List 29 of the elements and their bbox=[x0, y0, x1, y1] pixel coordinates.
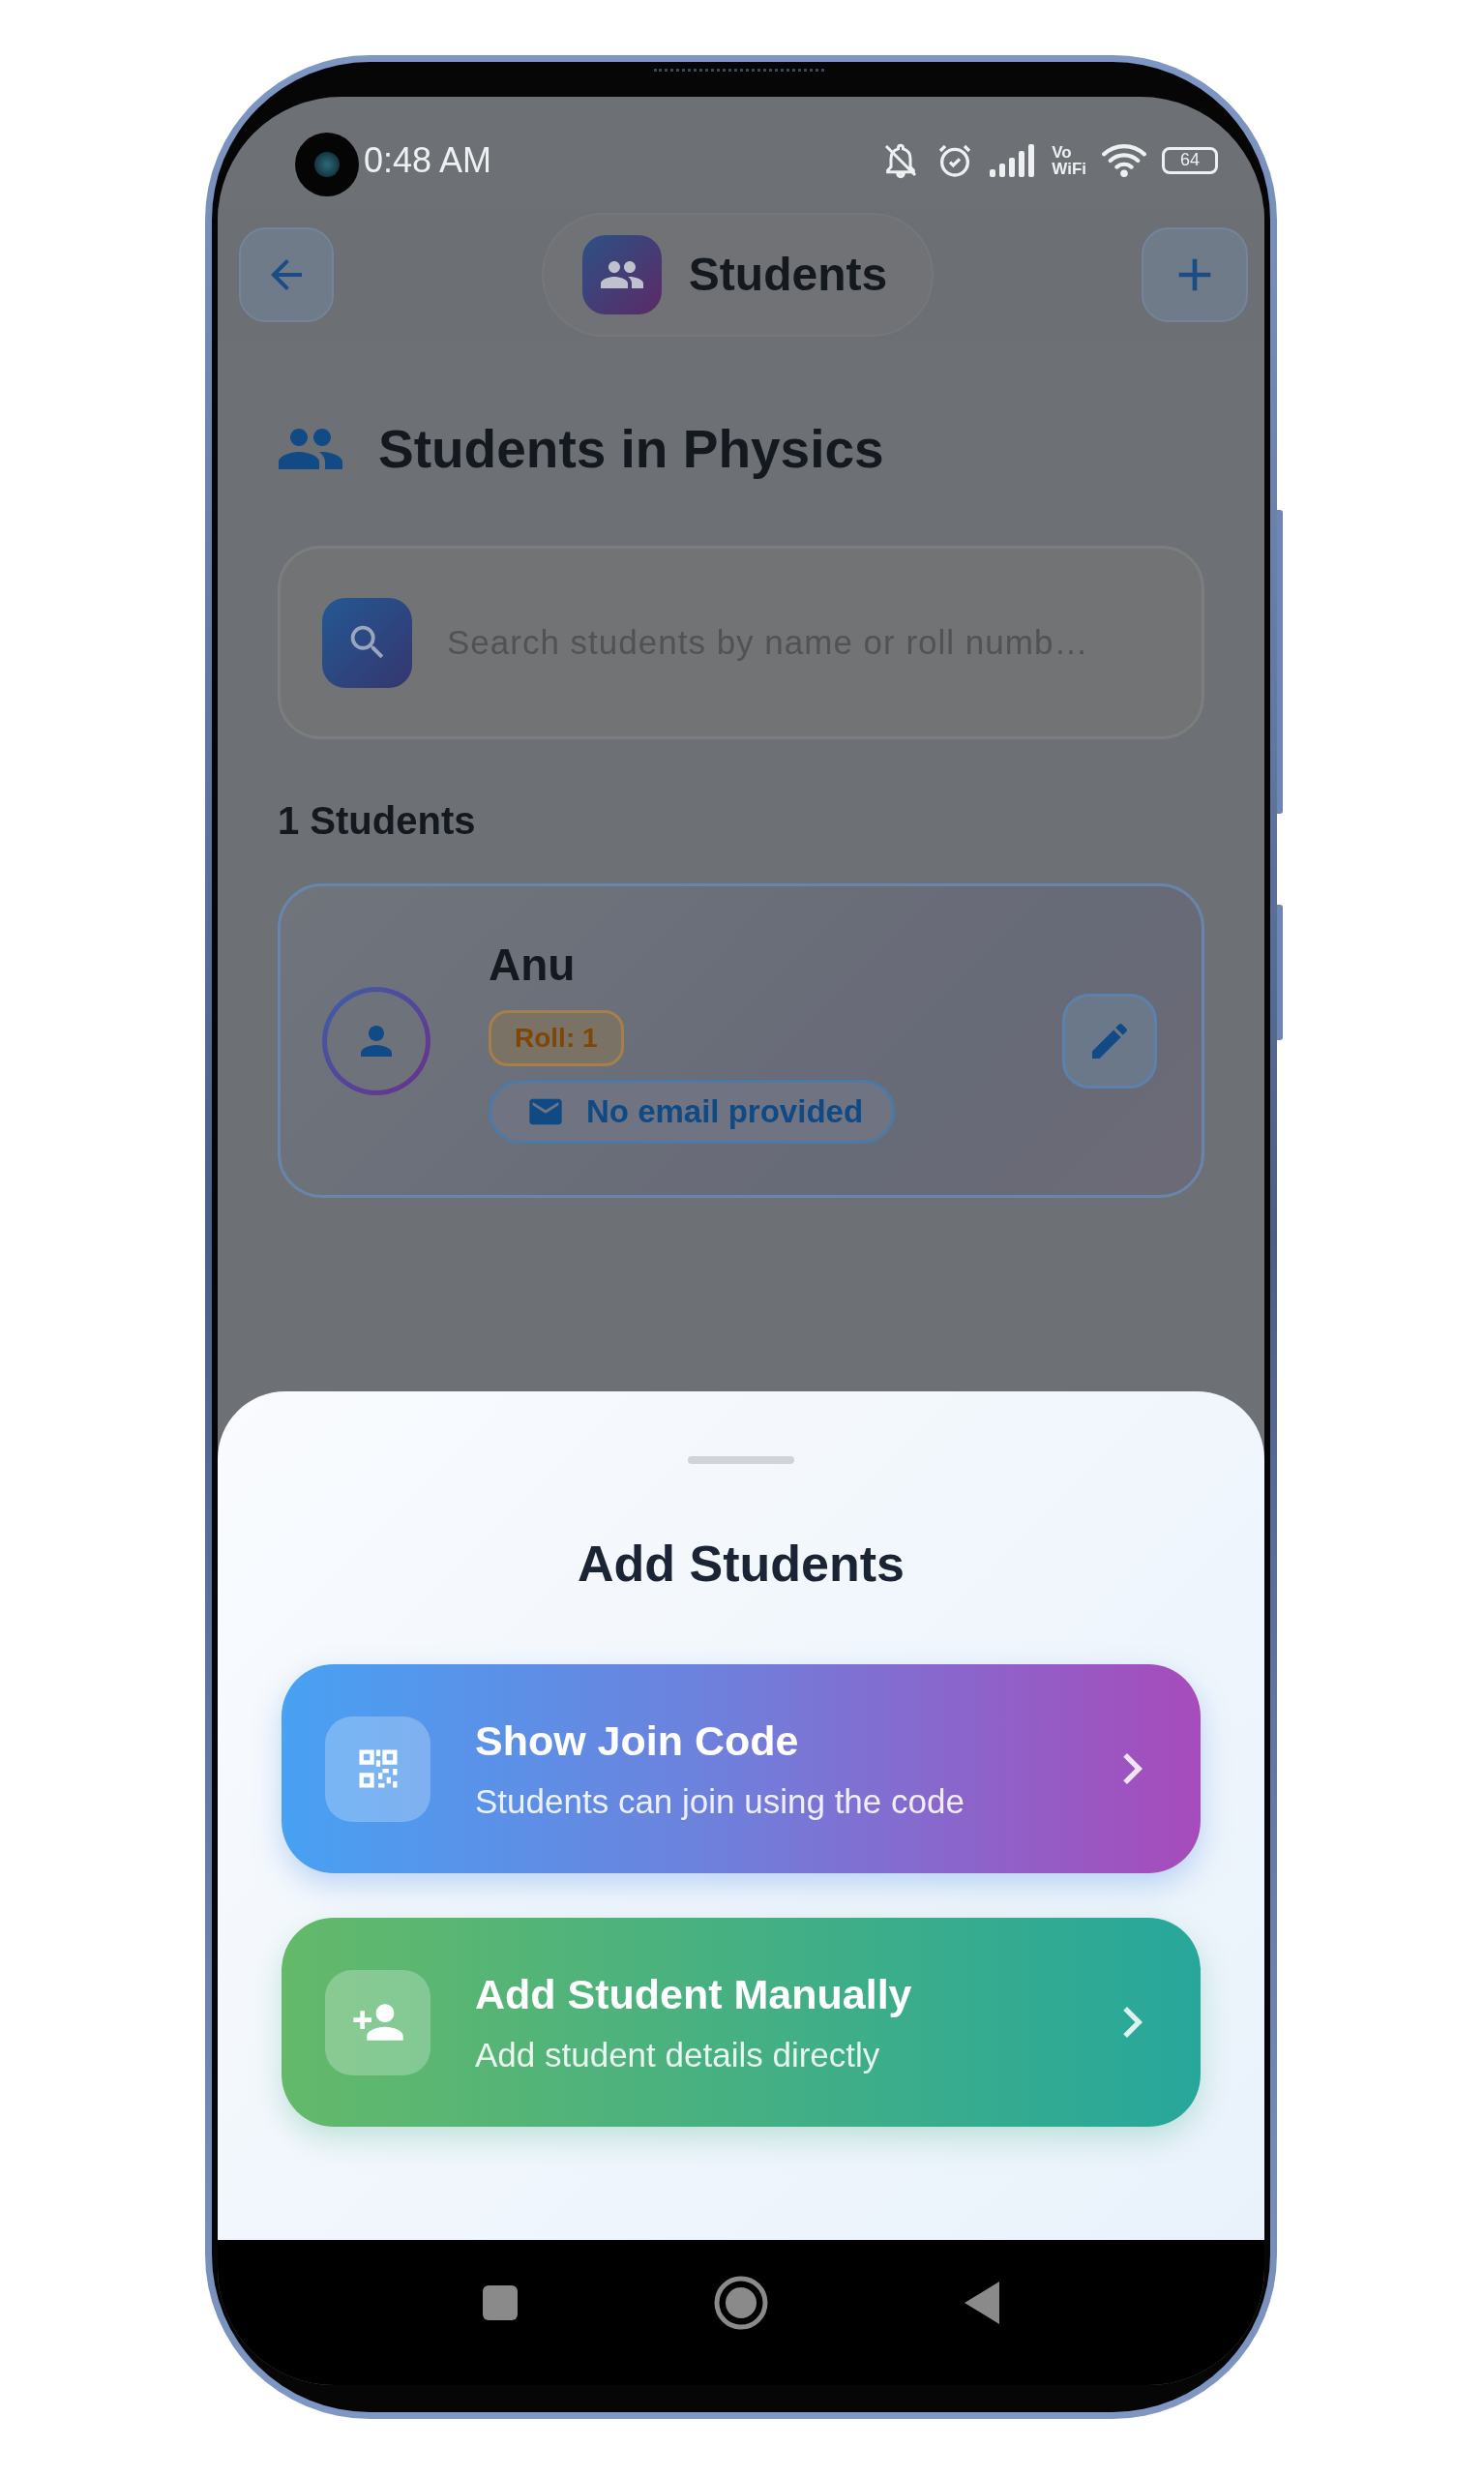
option-button[interactable]: Show Join Code Students can join using the code bbox=[282, 1664, 1201, 1873]
student-count: 1 Students bbox=[278, 799, 477, 843]
wifi-icon bbox=[1102, 142, 1146, 178]
status-time: 0:48 AM bbox=[364, 139, 492, 181]
recents-icon[interactable] bbox=[481, 2283, 519, 2322]
option-subtitle: Add student details directly bbox=[475, 2035, 881, 2074]
chevron-right-icon bbox=[1123, 2005, 1143, 2040]
chevron-right-icon bbox=[1123, 1751, 1143, 1786]
student-name: Anu bbox=[489, 938, 576, 991]
battery-indicator: 64 bbox=[1162, 146, 1218, 174]
email-chip: No email provided bbox=[489, 1079, 896, 1144]
network-label: Vo bbox=[1052, 143, 1073, 161]
student-card[interactable]: Anu Roll: 1 No email provided bbox=[278, 883, 1204, 1198]
option-title: Add Student Manually bbox=[475, 1970, 913, 2018]
back-button[interactable] bbox=[239, 226, 334, 322]
screen-title: Students bbox=[688, 248, 888, 301]
add-button[interactable] bbox=[1142, 226, 1248, 322]
drag-handle[interactable] bbox=[688, 1456, 794, 1464]
roll-badge: Roll: 1 bbox=[489, 1009, 624, 1066]
signal-icon bbox=[990, 143, 1037, 177]
section-title: Students in Physics bbox=[378, 418, 884, 480]
home-icon[interactable] bbox=[713, 2275, 769, 2331]
option-button[interactable]: Add Student Manually Add student details directly bbox=[282, 1918, 1201, 2127]
option-title: Show Join Code bbox=[475, 1716, 800, 1765]
edit-button[interactable] bbox=[1062, 993, 1157, 1089]
option-subtitle: Students can join using the code bbox=[475, 1781, 965, 1821]
network-label: WiFi bbox=[1052, 160, 1086, 177]
back-triangle-icon[interactable] bbox=[963, 2280, 1001, 2326]
sheet-title: Add Students bbox=[577, 1535, 905, 1593]
